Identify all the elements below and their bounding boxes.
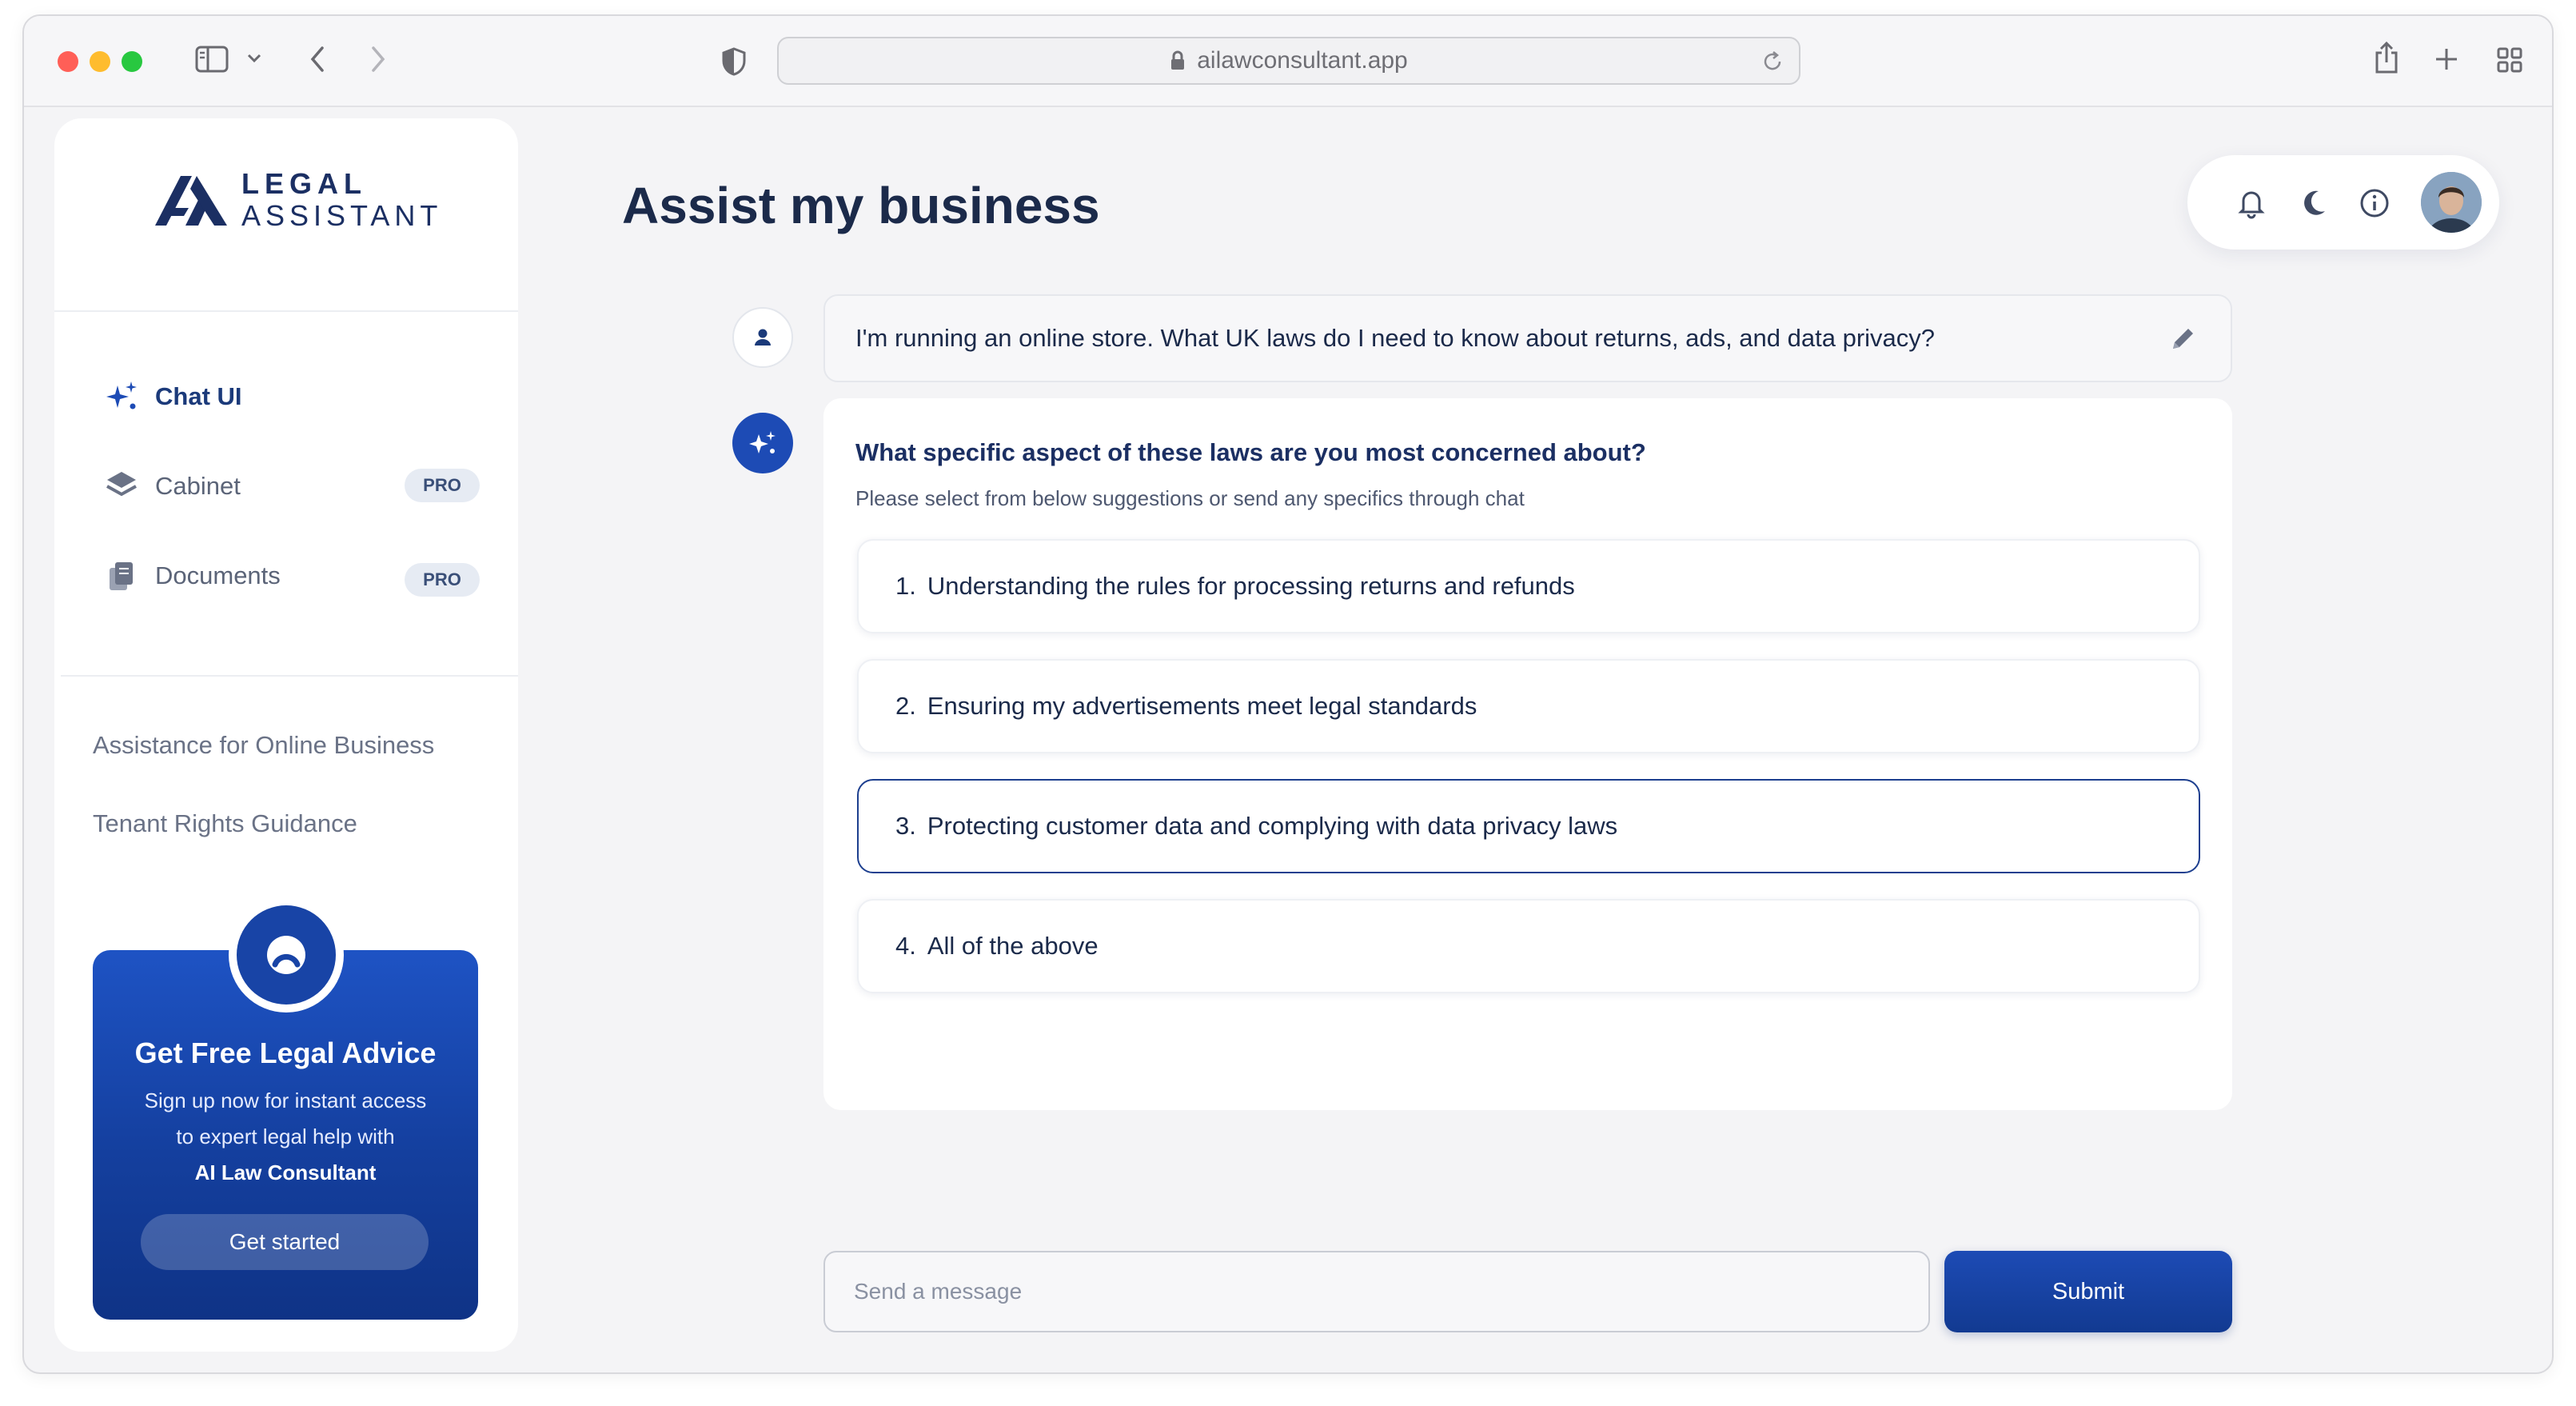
logo-line-1: LEGAL: [241, 167, 367, 200]
promo-text-line: to expert legal help with: [176, 1124, 395, 1148]
sparkle-icon: [749, 431, 776, 453]
browser-toolbar: ailawconsultant.app: [24, 16, 2552, 107]
lock-icon: [1170, 50, 1186, 71]
history-item[interactable]: Tenant Rights Guidance: [93, 809, 357, 838]
reload-icon[interactable]: [1761, 50, 1784, 80]
assistant-avatar: [732, 413, 793, 473]
option-number: 1.: [895, 572, 916, 600]
browser-window: ailawconsultant.app LEGAL ASSISTANT Chat…: [22, 14, 2554, 1374]
promo-text-line: Sign up now for instant access: [144, 1088, 427, 1112]
user-avatar: [732, 307, 793, 368]
avatar[interactable]: [2421, 172, 2482, 233]
logo-mark-icon: [155, 176, 227, 226]
suggestion-option-2[interactable]: 2. Ensuring my advertisements meet legal…: [857, 659, 2200, 753]
assistant-subtitle: Please select from below suggestions or …: [855, 486, 1525, 510]
pro-badge: PRO: [405, 563, 480, 597]
promo-card: Get Free Legal Advice Sign up now for in…: [93, 897, 478, 1320]
suggestion-option-1[interactable]: 1. Understanding the rules for processin…: [857, 539, 2200, 633]
page-title: Assist my business: [622, 177, 1100, 234]
suggestion-option-3[interactable]: 3. Protecting customer data and complyin…: [857, 779, 2200, 873]
pencil-icon[interactable]: [2167, 323, 2199, 361]
nav-label: Documents: [155, 561, 281, 589]
option-text: All of the above: [927, 932, 1099, 960]
history-item[interactable]: Assistance for Online Business: [93, 731, 434, 760]
promo-badge: [229, 897, 344, 1013]
share-icon[interactable]: [2373, 40, 2400, 75]
submit-button[interactable]: Submit: [1944, 1251, 2232, 1332]
layers-icon: [104, 469, 139, 504]
nav-label: Cabinet: [155, 472, 241, 500]
promo-text-bold: AI Law Consultant: [194, 1160, 377, 1184]
arch-icon: [267, 936, 305, 974]
option-text: Understanding the rules for processing r…: [927, 572, 1575, 600]
minimize-window-button[interactable]: [90, 51, 110, 72]
close-window-button[interactable]: [58, 51, 78, 72]
sidebar: LEGAL ASSISTANT Chat UI Cabinet PRO Docu…: [54, 118, 518, 1352]
bell-icon[interactable]: [2237, 187, 2266, 219]
tab-overview-icon[interactable]: [2496, 46, 2523, 74]
sidebar-toggle-icon[interactable]: [195, 45, 229, 74]
url-text: ailawconsultant.app: [1197, 47, 1408, 74]
documents-icon: [104, 558, 139, 593]
forward-icon[interactable]: [369, 45, 387, 74]
zoom-window-button[interactable]: [122, 51, 142, 72]
privacy-shield-icon[interactable]: [721, 46, 747, 77]
option-text: Ensuring my advertisements meet legal st…: [927, 692, 1477, 720]
nav-item-chat-ui[interactable]: Chat UI: [104, 373, 472, 421]
logo-line-2: ASSISTANT: [241, 199, 443, 232]
promo-title: Get Free Legal Advice: [134, 1037, 437, 1069]
option-number: 3.: [895, 812, 916, 840]
moon-icon[interactable]: [2299, 187, 2328, 219]
option-number: 2.: [895, 692, 916, 720]
assistant-question: What specific aspect of these laws are y…: [855, 438, 1646, 466]
get-started-button[interactable]: Get started: [141, 1214, 429, 1270]
header-actions: [2187, 155, 2499, 250]
user-message: I'm running an online store. What UK law…: [823, 294, 2232, 382]
new-tab-icon[interactable]: [2434, 46, 2459, 72]
sparkle-icon: [104, 379, 139, 414]
address-bar[interactable]: ailawconsultant.app: [777, 37, 1800, 85]
option-text: Protecting customer data and complying w…: [927, 812, 1618, 840]
pro-badge: PRO: [405, 469, 480, 502]
suggestion-option-4[interactable]: 4. All of the above: [857, 899, 2200, 993]
user-message-text: I'm running an online store. What UK law…: [855, 324, 1936, 352]
option-number: 4.: [895, 932, 916, 960]
divider: [61, 675, 518, 677]
user-icon: [755, 329, 771, 346]
logo[interactable]: LEGAL ASSISTANT: [150, 170, 442, 230]
nav-label: Chat UI: [155, 382, 242, 410]
promo-text: Sign up now for instant access to expert…: [117, 1083, 454, 1191]
back-icon[interactable]: [309, 45, 326, 74]
assistant-response-card: What specific aspect of these laws are y…: [823, 398, 2232, 1110]
chevron-down-icon[interactable]: [246, 53, 262, 64]
info-icon[interactable]: [2359, 187, 2391, 219]
divider: [54, 310, 518, 312]
message-input[interactable]: [823, 1251, 1930, 1332]
